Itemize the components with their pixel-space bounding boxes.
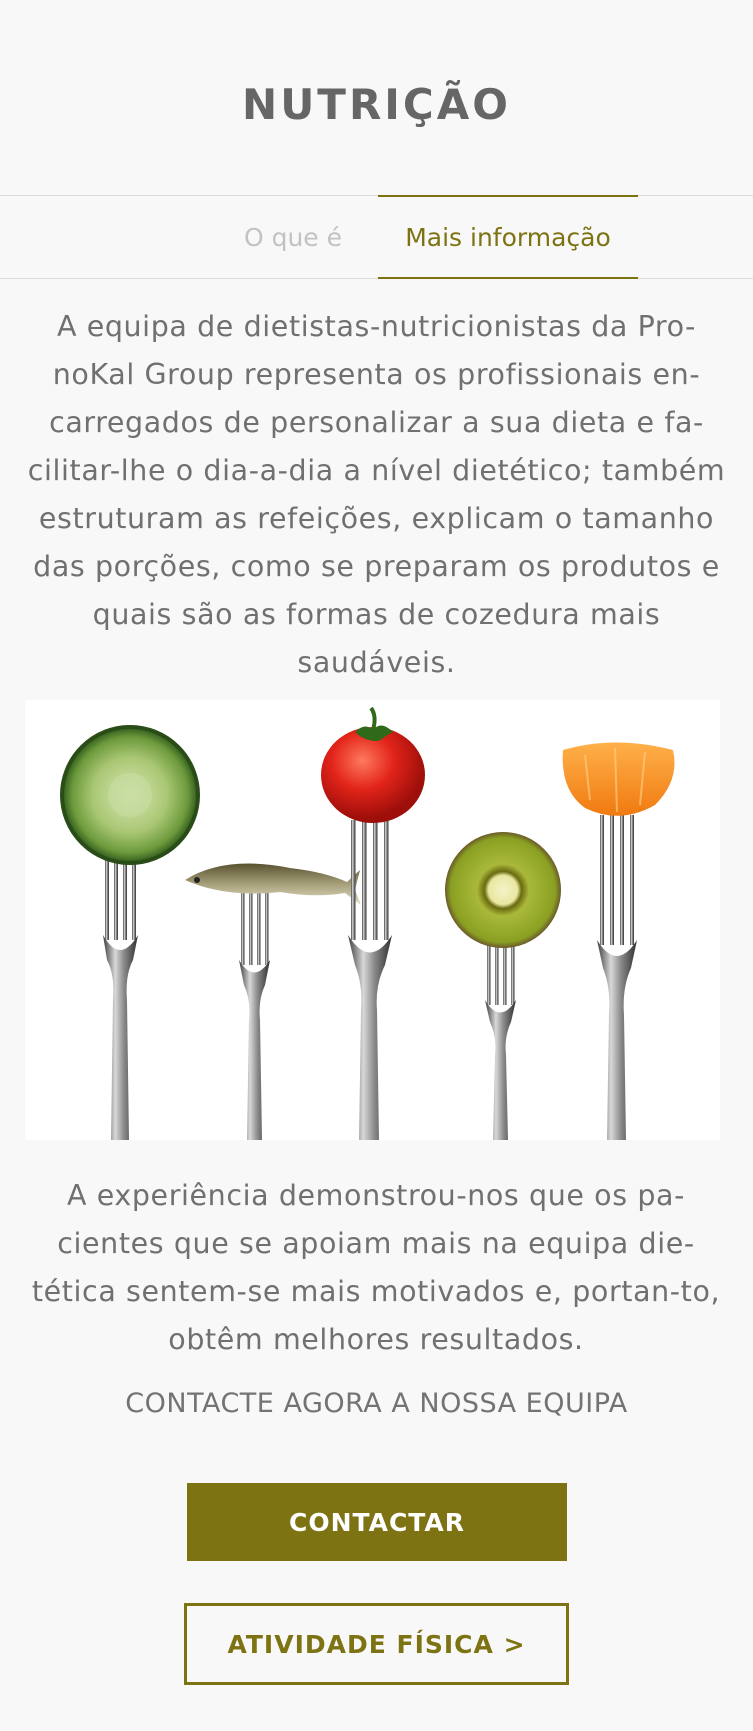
page-title: NUTRIÇÃO <box>242 80 511 129</box>
fork-kiwi <box>445 832 561 1140</box>
forks-food-image <box>25 700 720 1140</box>
page-header: NUTRIÇÃO <box>0 0 753 195</box>
contact-button[interactable]: CONTACTAR <box>187 1483 567 1561</box>
fork-orange <box>562 742 675 1140</box>
fork-tomato <box>321 706 425 1140</box>
fork-cucumber <box>60 725 200 1140</box>
intro-paragraph: A equipa de dietistas-nutricionistas da … <box>27 310 726 679</box>
fork-fish <box>185 863 361 1140</box>
contact-team-heading: CONTACTE AGORA A NOSSA EQUIPA <box>125 1388 628 1419</box>
outro-paragraph: A experiência demonstrou-nos que os pa-c… <box>31 1179 721 1356</box>
forks-food-illustration <box>60 706 675 1140</box>
tab-mais-informacao[interactable]: Mais informação <box>378 195 638 279</box>
tab-bar: O que é Mais informação <box>0 195 753 279</box>
tab-o-que-e[interactable]: O que é <box>218 195 368 279</box>
physical-activity-button[interactable]: ATIVIDADE FÍSICA > <box>184 1603 569 1685</box>
